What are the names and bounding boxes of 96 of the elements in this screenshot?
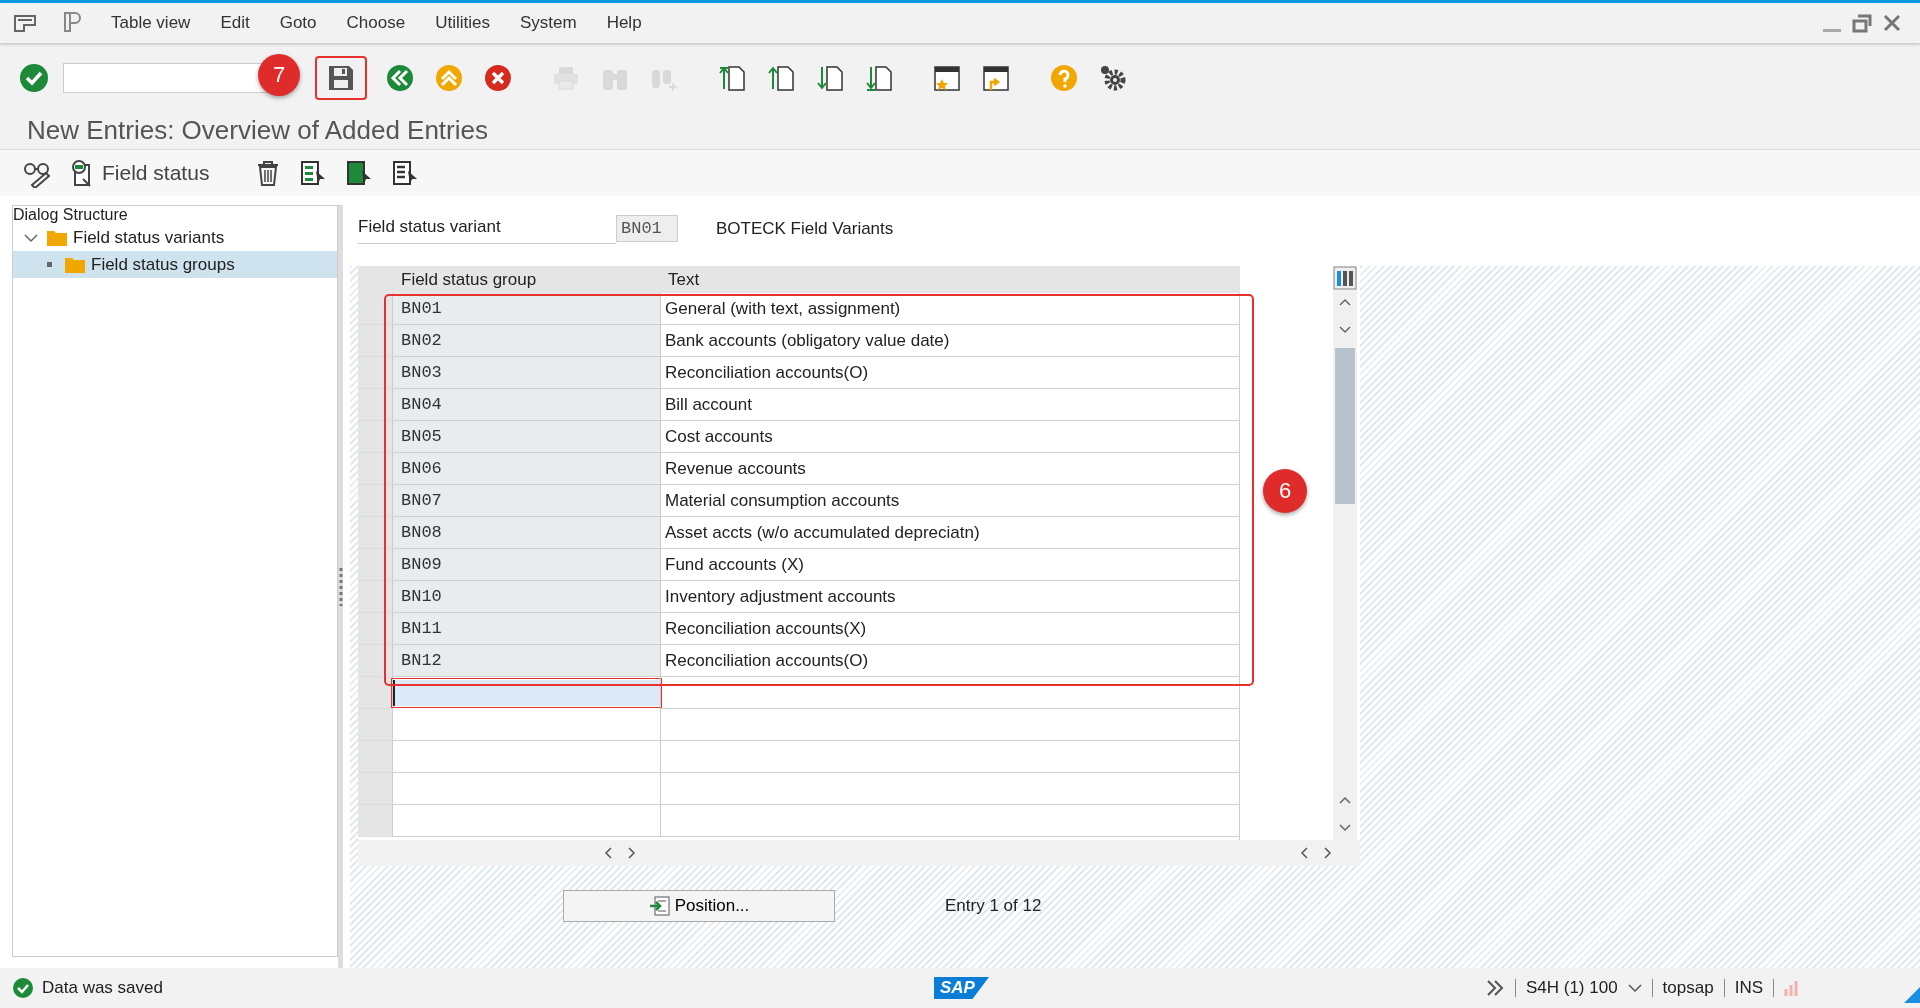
shortcut-icon [981,63,1011,93]
variant-field[interactable]: BN01 [616,215,678,242]
restore-icon[interactable] [1852,13,1872,33]
table-cell: Fund accounts (X) [660,549,1240,581]
row-selector[interactable] [358,485,393,517]
row-selector[interactable] [358,453,393,485]
table-cell: BN07 [393,485,660,517]
table-cell: BN12 [393,645,660,677]
table-cell: BN04 [393,389,660,421]
table-cell: BN09 [393,549,660,581]
table-cell: BN03 [393,357,660,389]
variant-description: BOTECK Field Variants [716,218,894,239]
field-label: Field status variant [358,213,616,244]
exit-icon [435,64,463,92]
step-badge: 6 [1263,469,1307,513]
status-message: Data was saved [42,978,163,998]
column-header[interactable]: Field status group [393,266,660,293]
field-status-button[interactable]: Field status [68,157,212,189]
position-button[interactable]: Position... [563,890,835,922]
folder-icon [46,228,68,247]
row-selector[interactable] [358,293,393,325]
menu-item[interactable]: Table view [96,13,206,33]
expand-icon[interactable] [1484,979,1505,997]
user-name: topsap [1662,978,1714,998]
previous-page-icon [766,63,796,93]
layout-icon[interactable] [62,10,84,32]
table-cell: BN08 [393,517,660,549]
tree-item[interactable]: Field status variants [13,224,337,251]
table-cell: Reconciliation accounts(X) [660,613,1240,645]
table-cell: BN06 [393,453,660,485]
entry-counter: Entry 1 of 12 [945,896,1042,916]
save-icon [326,63,356,93]
table-cell: Reconciliation accounts(O) [660,645,1240,677]
input-field[interactable] [393,680,660,706]
menu-item[interactable]: Edit [205,13,265,33]
cancel-icon [484,64,512,92]
first-page-icon [717,63,747,93]
new-window-icon [932,63,962,93]
table-cell: Cost accounts [660,421,1240,453]
row-selector[interactable] [358,325,393,357]
row-selector[interactable] [358,357,393,389]
menu-item[interactable]: Goto [264,13,332,33]
settings-icon [1098,63,1128,93]
next-page-icon [815,63,845,93]
success-icon [12,977,34,999]
resize-grip-icon[interactable] [1904,987,1920,1003]
sap-logo: SAP [934,977,989,999]
table-cell: BN02 [393,325,660,357]
row-selector[interactable] [358,517,393,549]
table-cell: BN05 [393,421,660,453]
row-selector[interactable] [358,549,393,581]
table-cell: BN10 [393,581,660,613]
save-button[interactable] [315,56,367,100]
table-cell: Inventory adjustment accounts [660,581,1240,613]
scrollbar-thumb[interactable] [1335,348,1355,504]
last-page-icon [864,63,894,93]
system-info: S4H (1) 100 [1525,978,1618,998]
table-cell: Bank accounts (obligatory value date) [660,325,1240,357]
enter-icon [19,63,49,93]
expand-caret-icon[interactable] [24,232,38,243]
help-icon [1050,64,1078,92]
position-icon [648,896,671,916]
panel-title: Dialog Structure [13,206,129,224]
table-cell: Material consumption accounts [660,485,1240,517]
column-layout-icon[interactable] [1333,266,1357,290]
close-icon[interactable] [1882,13,1902,33]
table-cell: Bill account [660,389,1240,421]
dropdown-caret-icon[interactable] [1627,983,1642,993]
splitter-handle-icon[interactable] [338,567,343,606]
row-selector[interactable] [358,677,393,709]
input-mode: INS [1734,978,1763,998]
table-cell: Revenue accounts [660,453,1240,485]
row-selector[interactable] [358,645,393,677]
table-cell: Reconciliation accounts(O) [660,357,1240,389]
row-selector[interactable] [358,581,393,613]
tree-item[interactable]: Field status groups [13,251,337,278]
table-cell: Asset accts (w/o accumulated depreciatn) [660,517,1240,549]
command-field[interactable] [63,63,268,93]
table-cell: BN01 [393,293,660,325]
leaf-icon [46,262,52,267]
screen-title: New Entries: Overview of Added Entries [27,114,489,147]
row-selector[interactable] [358,421,393,453]
menu-item[interactable]: System [504,13,592,33]
row-selector[interactable] [358,613,393,645]
step-badge: 7 [258,54,300,96]
folder-icon [64,255,86,274]
menu-item[interactable]: Help [591,13,657,33]
table-cell: BN11 [393,613,660,645]
printer-icon [551,64,581,92]
menu-item[interactable]: Choose [331,13,421,33]
table-cell: General (with text, assignment) [660,293,1240,325]
column-header[interactable]: Text [660,266,1240,293]
menu-item[interactable]: Utilities [420,13,505,33]
row-selector[interactable] [358,389,393,421]
back-icon [386,64,414,92]
menu-icon[interactable] [14,14,36,32]
